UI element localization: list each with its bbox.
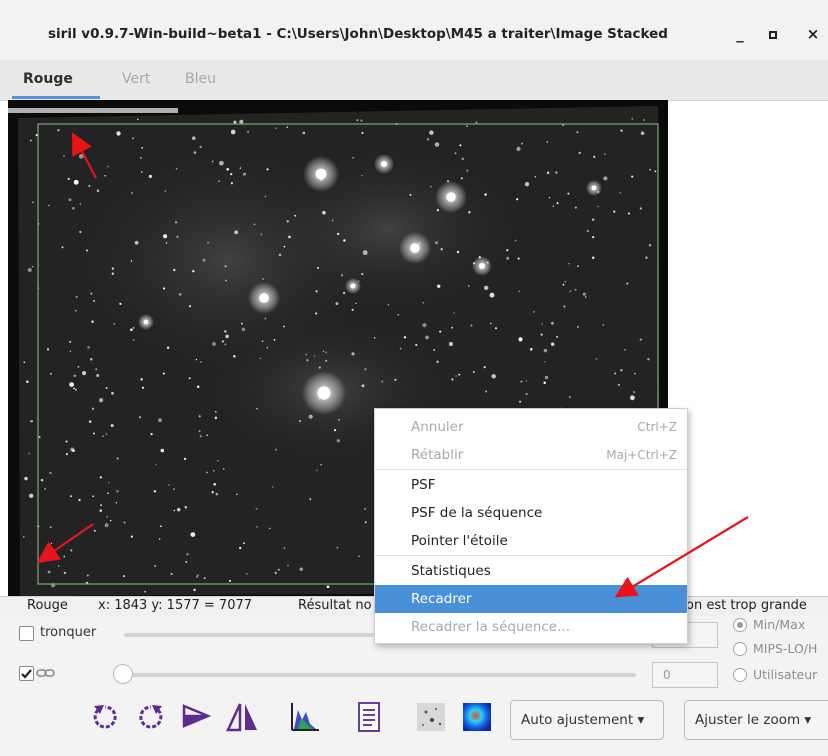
mirror-x-button[interactable] [180,700,214,734]
status-message: Résultat no [298,598,372,613]
menu-item-label: Rétablir [411,447,464,463]
menu-item-label: PSF de la séquence [411,505,543,521]
context-menu: Annuler Ctrl+Z Rétablir Maj+Ctrl+Z PSF P… [374,408,688,644]
status-channel: Rouge [27,598,68,613]
zoom-dropdown[interactable]: Ajuster le zoom ▾ [684,700,828,740]
histogram-button[interactable] [288,700,322,734]
link-icon [36,666,56,684]
radio-mips-label: MIPS-LO/H [753,641,818,656]
mirror-x-icon [182,704,212,728]
colormap-button[interactable] [460,700,494,734]
maximize-button[interactable] [760,22,786,46]
rotate-left-button[interactable] [88,700,122,734]
menu-item-shortcut: Maj+Ctrl+Z [606,448,677,462]
close-button[interactable]: × [800,22,826,46]
menu-item-statistiques[interactable]: Statistiques [375,557,687,585]
lower-cutoff-slider-knob[interactable] [113,664,133,684]
menu-item-annuler[interactable]: Annuler Ctrl+Z [375,413,687,441]
tab-bleu[interactable]: Bleu [185,71,216,87]
active-tab-indicator [12,96,100,99]
fits-header-icon [358,702,380,732]
tronquer-checkbox[interactable] [19,626,34,641]
menu-item-label: Statistiques [411,563,491,579]
menu-item-retablir[interactable]: Rétablir Maj+Ctrl+Z [375,441,687,469]
menu-separator [375,469,687,470]
menu-separator [375,555,687,556]
radio-selected-dot [737,622,743,628]
mirror-y-icon [226,703,257,732]
lower-cutoff-slider[interactable] [124,673,636,677]
menu-item-recadrer[interactable]: Recadrer [375,585,687,613]
menu-item-psf-sequence[interactable]: PSF de la séquence [375,499,687,527]
tronquer-label: tronquer [40,625,97,640]
rotate-left-icon [93,705,117,729]
histogram-icon [291,703,319,731]
menu-item-label: Recadrer la séquence... [411,619,570,635]
menu-item-pointer-etoile[interactable]: Pointer l'étoile [375,527,687,555]
checkmark-icon [21,669,32,679]
tab-rouge[interactable]: Rouge [23,71,73,87]
rotate-right-button[interactable] [134,700,168,734]
tab-vert[interactable]: Vert [122,71,150,87]
radio-mips[interactable] [733,642,747,656]
link-checkbox[interactable] [19,666,34,681]
window-title: siril v0.9.7-Win-build~beta1 - C:\Users\… [48,26,668,42]
negative-view-button[interactable] [414,700,448,734]
lower-cutoff-input[interactable]: 0 [652,662,718,688]
menu-item-label: Pointer l'étoile [411,533,508,549]
status-message-tail: on est trop grande [686,598,807,613]
menu-item-label: Recadrer [411,591,472,607]
minimize-button[interactable]: _ [727,22,753,46]
mirror-y-button[interactable] [226,700,260,734]
menu-item-shortcut: Ctrl+Z [637,420,677,434]
menu-item-label: Annuler [411,419,464,435]
negative-view-icon [417,703,445,731]
menu-item-psf[interactable]: PSF [375,471,687,499]
radio-min-max-label: Min/Max [753,617,806,632]
status-coordinates: x: 1843 y: 1577 = 7077 [98,598,253,613]
menu-item-recadrer-sequence[interactable]: Recadrer la séquence... [375,613,687,641]
radio-utilisateur-label: Utilisateur [753,667,818,682]
colormap-icon [463,703,491,731]
fits-header-button[interactable] [352,700,386,734]
maximize-icon [769,31,777,39]
menu-item-label: PSF [411,477,436,493]
radio-min-max[interactable] [733,618,747,632]
auto-adjust-dropdown[interactable]: Auto ajustement ▾ [510,700,664,740]
rotate-right-icon [139,705,163,729]
radio-utilisateur[interactable] [733,668,747,682]
